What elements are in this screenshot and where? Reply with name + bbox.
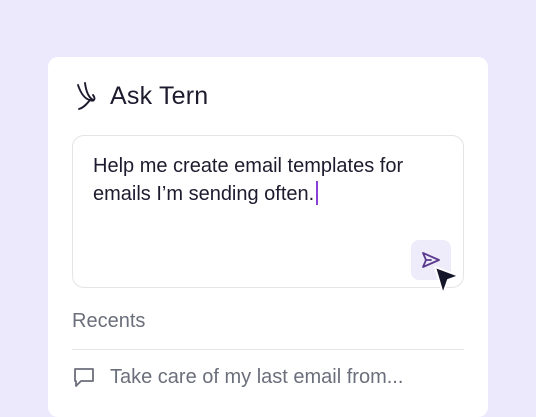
tern-bird-logo-icon [77, 82, 96, 110]
prompt-text: Help me create email templates for email… [93, 155, 404, 205]
panel-title: Ask Tern [110, 81, 209, 110]
prompt-input[interactable]: Help me create email templates for email… [72, 135, 464, 288]
recent-item[interactable]: Take care of my last email from... [72, 365, 403, 389]
recents-divider [72, 349, 464, 350]
ask-tern-panel: Ask Tern Help me create email templates … [48, 57, 488, 417]
prompt-text-area[interactable]: Help me create email templates for email… [93, 152, 433, 208]
mouse-pointer-icon [434, 266, 460, 295]
panel-header: Ask Tern [74, 79, 208, 113]
recents-heading: Recents [72, 310, 146, 332]
chat-bubble-icon [74, 368, 94, 387]
text-caret [316, 181, 319, 205]
recent-item-text: Take care of my last email from... [110, 365, 404, 388]
